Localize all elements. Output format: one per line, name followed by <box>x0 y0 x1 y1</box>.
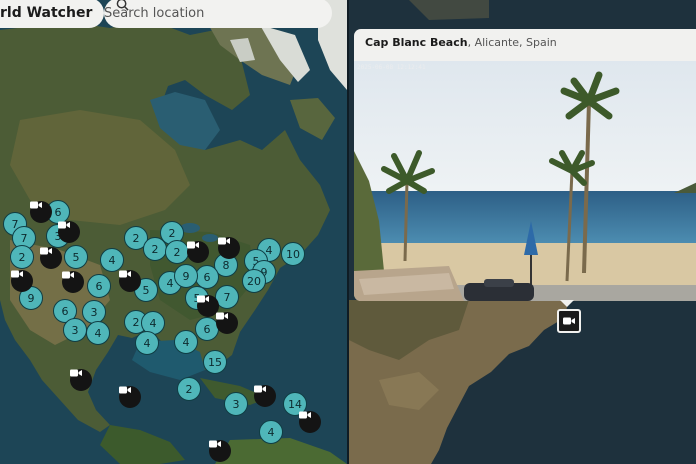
map-cluster[interactable]: 5 <box>64 245 88 269</box>
camera-icon <box>70 369 82 377</box>
app-title: rld Watcher <box>0 5 93 21</box>
map-cluster[interactable]: 20 <box>242 269 266 293</box>
map-cluster[interactable]: 9 <box>174 264 198 288</box>
camera-icon <box>254 385 266 393</box>
camera-marker[interactable] <box>40 247 62 269</box>
camera-icon <box>187 241 199 249</box>
camera-icon <box>216 312 228 320</box>
map-cluster[interactable]: 4 <box>86 321 110 345</box>
world-map-left[interactable]: rld Watcher 6 7 7 3 2 5 4 2 2 2 2 4 10 8… <box>0 0 347 464</box>
camera-marker[interactable] <box>299 411 321 433</box>
map-cluster[interactable]: 10 <box>281 242 305 266</box>
popup-pointer <box>560 300 574 307</box>
camera-marker[interactable] <box>119 386 141 408</box>
map-cluster[interactable]: 2 <box>165 240 189 264</box>
search-input[interactable] <box>104 5 284 21</box>
camera-icon <box>62 271 74 279</box>
search-icon <box>116 0 129 11</box>
camera-icon <box>299 411 311 419</box>
camera-marker[interactable] <box>30 201 52 223</box>
camera-icon <box>119 270 131 278</box>
map-cluster[interactable]: 3 <box>224 392 248 416</box>
camera-marker[interactable] <box>209 440 231 462</box>
popup-location: , Alicante, Spain <box>467 36 557 49</box>
map-cluster[interactable]: 2 <box>177 377 201 401</box>
map-cluster[interactable]: 4 <box>259 420 283 444</box>
camera-icon <box>218 237 230 245</box>
search-bar[interactable] <box>104 0 332 28</box>
camera-icon <box>11 270 23 278</box>
camera-icon <box>563 317 575 325</box>
camera-icon <box>197 295 209 303</box>
map-cluster[interactable]: 15 <box>203 350 227 374</box>
webcam-popup[interactable]: Cap Blanc Beach, Alicante, Spain 2025-06… <box>354 29 696 301</box>
map-cluster[interactable]: 4 <box>100 248 124 272</box>
camera-icon <box>119 386 131 394</box>
map-cluster[interactable]: 4 <box>174 330 198 354</box>
popup-title: Cap Blanc Beach <box>365 36 468 49</box>
webcam-image[interactable]: 2025-06-08 12:12:41 <box>354 61 696 301</box>
map-cluster[interactable]: 4 <box>135 331 159 355</box>
camera-marker[interactable] <box>119 270 141 292</box>
camera-marker[interactable] <box>11 270 33 292</box>
camera-icon <box>209 440 221 448</box>
camera-marker[interactable] <box>187 241 209 263</box>
webcam-timestamp: 2025-06-08 12:12:41 <box>357 64 426 71</box>
camera-marker[interactable] <box>62 271 84 293</box>
beach-scene <box>354 61 696 301</box>
camera-marker[interactable] <box>218 237 240 259</box>
camera-marker[interactable] <box>58 221 80 243</box>
camera-icon <box>30 201 42 209</box>
popup-title-row: Cap Blanc Beach, Alicante, Spain <box>365 36 557 49</box>
camera-icon <box>58 221 70 229</box>
map-cluster[interactable]: 3 <box>63 318 87 342</box>
app-brand[interactable]: rld Watcher <box>0 0 105 28</box>
camera-marker[interactable] <box>70 369 92 391</box>
camera-marker[interactable] <box>254 385 276 407</box>
camera-icon <box>40 247 52 255</box>
selected-camera-marker[interactable] <box>557 309 581 333</box>
map-cluster[interactable]: 2 <box>10 245 34 269</box>
camera-marker[interactable] <box>216 312 238 334</box>
map-cluster[interactable]: 6 <box>87 274 111 298</box>
